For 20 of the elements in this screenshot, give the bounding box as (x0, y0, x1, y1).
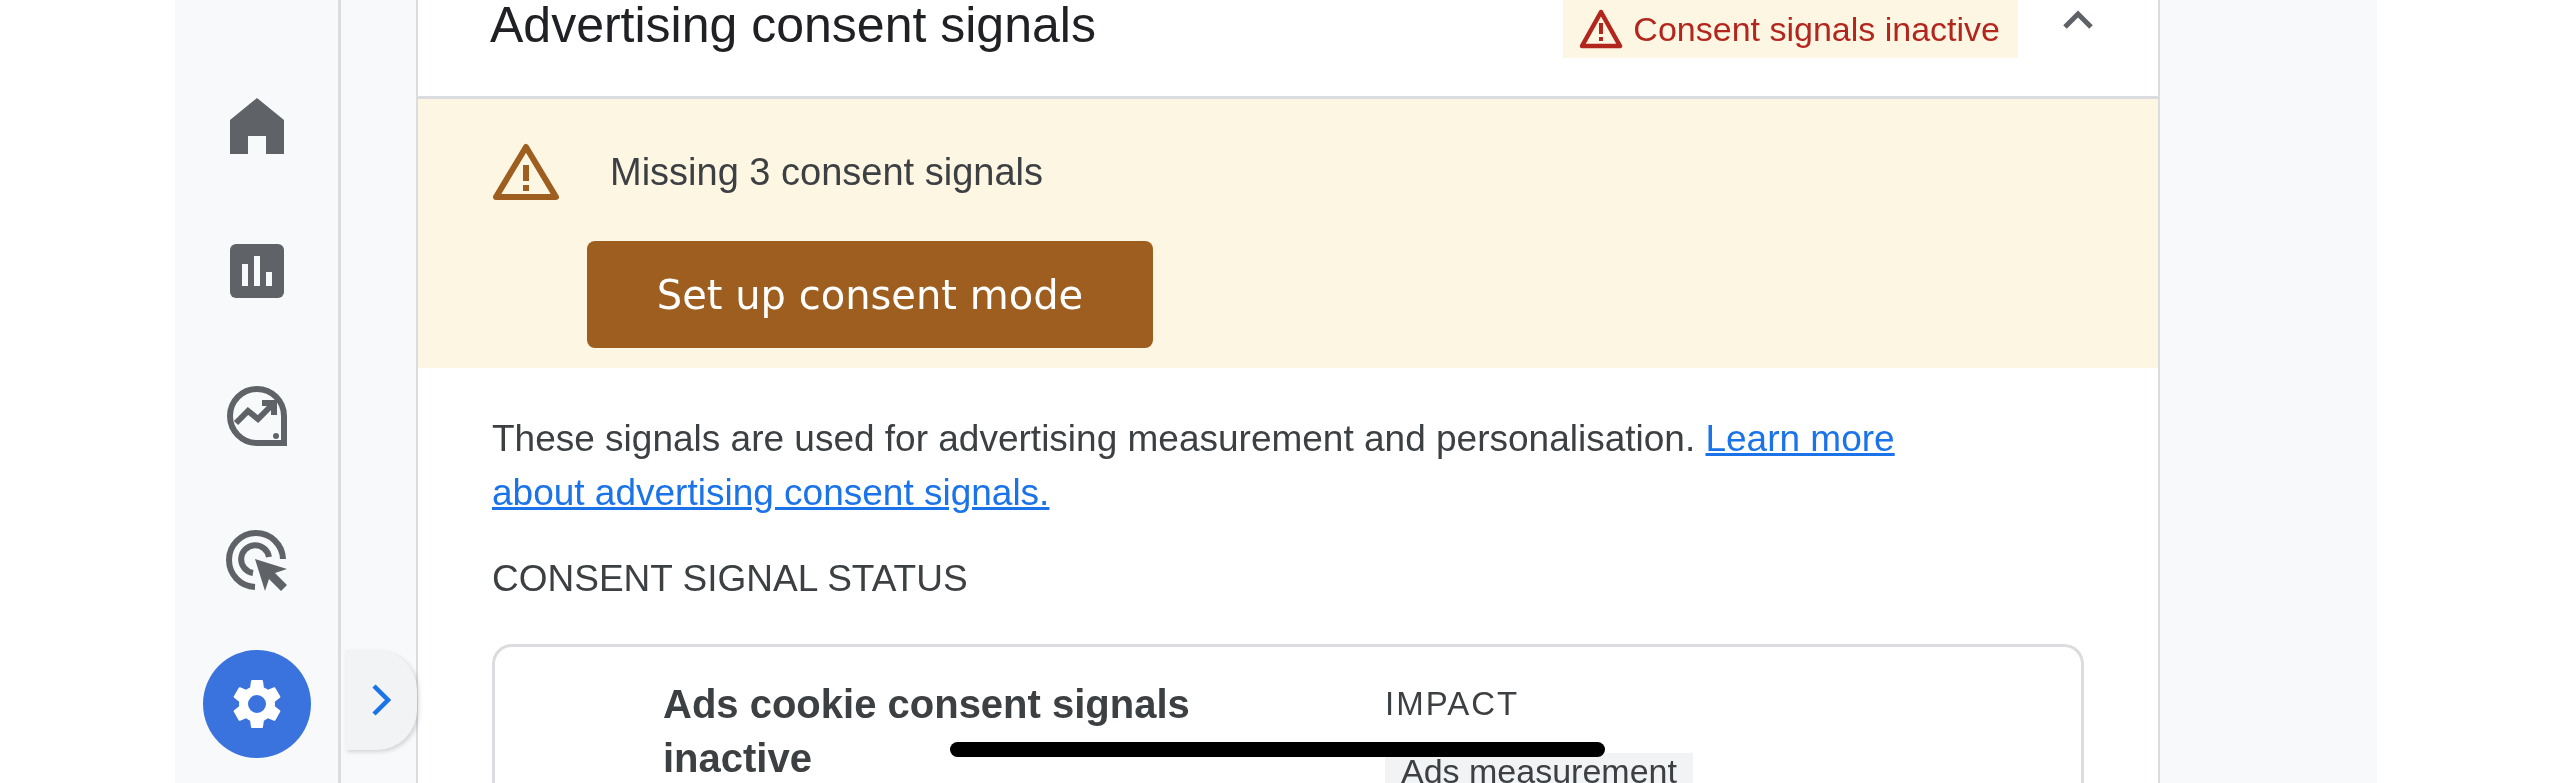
expand-nav-button[interactable] (345, 650, 417, 750)
status-card-title: Ads cookie consent signals inactive (663, 681, 1191, 782)
target-cursor-icon (224, 528, 289, 593)
warning-icon (492, 143, 560, 201)
trend-chart-icon (225, 384, 288, 447)
status-heading: CONSENT SIGNAL STATUS (492, 558, 969, 600)
status-text: Consent signals inactive (1633, 9, 2000, 49)
description-text: These signals are used for advertising measurement and personalisation. Learn more about advertising consent signals. (492, 417, 1896, 515)
banner-message: Missing 3 consent signals (610, 150, 1043, 194)
chevron-right-icon (371, 683, 391, 717)
learn-more-link[interactable]: Learn more (1705, 418, 1895, 459)
setup-consent-button[interactable]: Set up consent mode (587, 241, 1153, 348)
impact-chip: Ads measurement (1385, 753, 1693, 783)
home-icon (229, 97, 284, 154)
chevron-icon (2062, 10, 2094, 30)
warning-icon (1579, 9, 1624, 49)
section-title: Advertising consent signals (490, 0, 1097, 50)
impact-label: IMPACT (1385, 685, 1521, 723)
learn-more-link[interactable]: about advertising consent signals. (492, 472, 1050, 513)
bar-chart-icon (229, 243, 284, 298)
